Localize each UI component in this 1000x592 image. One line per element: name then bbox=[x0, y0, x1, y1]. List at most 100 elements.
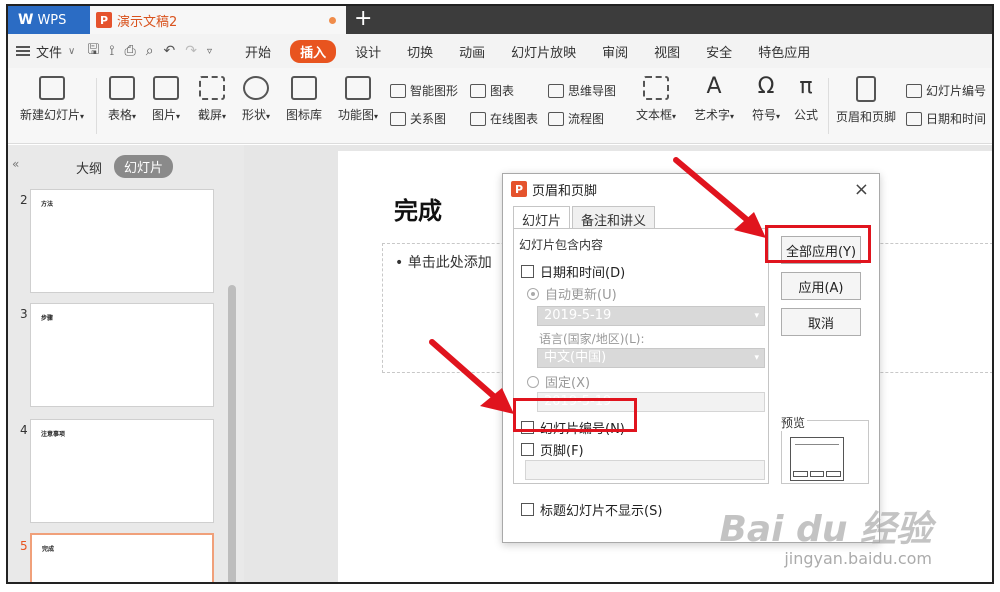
slide-number-button[interactable]: 幻灯片编号 bbox=[906, 82, 986, 99]
online-chart-icon bbox=[470, 111, 486, 126]
picture-label: 图片 bbox=[151, 108, 176, 122]
shape-label: 形状 bbox=[241, 108, 266, 122]
auto-date-select[interactable]: 2019-5-19 ▾ bbox=[537, 306, 765, 326]
tab-document-label: 演示文稿2 bbox=[117, 14, 178, 30]
auto-update-radio[interactable]: 自动更新(U) bbox=[527, 284, 617, 303]
icon-library-button[interactable]: 图标库 bbox=[282, 76, 326, 123]
redo-icon[interactable]: ↷ bbox=[185, 43, 197, 59]
auto-update-label: 自动更新(U) bbox=[545, 288, 617, 303]
undo-icon[interactable]: ↶ bbox=[164, 43, 176, 59]
pi-icon: π bbox=[799, 74, 813, 99]
preview-footer-areas bbox=[793, 471, 842, 477]
customize-icon[interactable]: ▿ bbox=[207, 46, 212, 57]
dialog-tabs: 幻灯片 备注和讲义 bbox=[513, 206, 657, 229]
tab-review[interactable]: 审阅 bbox=[589, 42, 641, 61]
fixed-date-radio[interactable]: 固定(X) bbox=[527, 372, 590, 391]
online-chart-label: 在线图表 bbox=[490, 112, 539, 126]
shape-icon bbox=[243, 76, 269, 100]
new-slide-button[interactable]: 新建幻灯片▾ bbox=[14, 76, 90, 123]
mindmap-button[interactable]: 思维导图 bbox=[548, 82, 616, 99]
textbox-button[interactable]: 文本框▾ bbox=[630, 76, 682, 123]
checkbox-box bbox=[521, 443, 534, 456]
omega-icon: Ω bbox=[757, 74, 775, 99]
apply-button[interactable]: 应用(A) bbox=[781, 272, 861, 300]
tab-notes-handouts[interactable]: 备注和讲义 bbox=[572, 206, 656, 229]
textbox-icon bbox=[643, 76, 669, 100]
date-time-button[interactable]: 日期和时间 bbox=[906, 110, 986, 127]
tab-features[interactable]: 特色应用 bbox=[745, 42, 823, 61]
tab-design[interactable]: 设计 bbox=[342, 42, 394, 61]
new-tab-button[interactable]: + bbox=[354, 6, 372, 34]
date-time-label: 日期和时间 bbox=[926, 112, 987, 126]
file-menu-label: 文件 bbox=[36, 45, 63, 61]
watermark-url: jingyan.baidu.com bbox=[784, 549, 932, 568]
tab-document[interactable]: P 演示文稿2 bbox=[90, 6, 346, 34]
checkbox-box bbox=[521, 503, 534, 516]
online-chart-button[interactable]: 在线图表 bbox=[470, 110, 538, 127]
slide-thumbnail-current[interactable]: 完成 bbox=[30, 533, 214, 582]
panel-scrollbar[interactable] bbox=[228, 285, 236, 582]
fixed-date-label: 固定(X) bbox=[545, 376, 591, 391]
tab-slideshow[interactable]: 幻灯片放映 bbox=[498, 42, 589, 61]
slide-title[interactable]: 完成 bbox=[394, 191, 442, 226]
wordart-button[interactable]: A 艺术字▾ bbox=[686, 76, 742, 123]
tab-transition[interactable]: 切换 bbox=[394, 42, 446, 61]
tab-outline[interactable]: 大纲 bbox=[76, 158, 102, 177]
chevron-down-icon: ∨ bbox=[68, 45, 76, 57]
save-icon[interactable]: 🖫 bbox=[87, 39, 99, 63]
table-button[interactable]: 表格▾ bbox=[102, 76, 142, 123]
smart-shape-button[interactable]: 智能图形 bbox=[390, 82, 458, 99]
chart-button[interactable]: 图表 bbox=[470, 82, 514, 99]
language-select[interactable]: 中文(中国) ▾ bbox=[537, 348, 765, 368]
formula-label: 公式 bbox=[793, 108, 818, 122]
tab-insert[interactable]: 插入 bbox=[290, 39, 337, 63]
slide-thumbnail[interactable]: 方法 bbox=[30, 189, 214, 293]
footer-input[interactable] bbox=[525, 460, 765, 480]
tab-security[interactable]: 安全 bbox=[693, 42, 745, 61]
hide-on-title-checkbox[interactable]: 标题幻灯片不显示(S) bbox=[521, 500, 662, 519]
function-chart-label: 功能图 bbox=[337, 108, 374, 122]
tab-home[interactable]: 开始 bbox=[232, 42, 284, 61]
tab-slide[interactable]: 幻灯片 bbox=[513, 206, 571, 229]
quick-access-toolbar: 🖫 ⟟ ⎙ ⌕ ↶ ↷ ▿ bbox=[87, 39, 212, 63]
tab-wps-home[interactable]: W WPS bbox=[8, 6, 90, 34]
tab-slides[interactable]: 幻灯片 bbox=[114, 155, 174, 178]
header-footer-icon bbox=[856, 76, 876, 102]
menu-bar: 文件 ∨ 🖫 ⟟ ⎙ ⌕ ↶ ↷ ▿ 开始 插入 设计 切换 动画 幻灯片放映 … bbox=[8, 34, 992, 68]
tab-animation[interactable]: 动画 bbox=[446, 42, 498, 61]
file-menu[interactable]: 文件 ∨ bbox=[8, 42, 75, 61]
relation-chart-button[interactable]: 关系图 bbox=[390, 110, 446, 127]
date-time-icon bbox=[906, 111, 922, 126]
flowchart-button[interactable]: 流程图 bbox=[548, 110, 604, 127]
header-footer-button[interactable]: 页眉和页脚 bbox=[832, 76, 900, 125]
function-chart-icon bbox=[345, 76, 371, 100]
format-painter-icon[interactable]: ⟟ bbox=[109, 43, 114, 59]
collapse-panel-icon[interactable]: « bbox=[12, 157, 19, 171]
chart-label: 图表 bbox=[490, 84, 515, 98]
function-chart-button[interactable]: 功能图▾ bbox=[332, 76, 384, 123]
slide-number-label: 幻灯片编号 bbox=[926, 84, 987, 98]
dialog-title: 页眉和页脚 bbox=[532, 183, 598, 199]
print-icon[interactable]: ⎙ bbox=[125, 43, 136, 59]
tab-view[interactable]: 视图 bbox=[641, 42, 693, 61]
cancel-button[interactable]: 取消 bbox=[781, 308, 861, 336]
textbox-label: 文本框 bbox=[635, 108, 672, 122]
relation-chart-icon bbox=[390, 111, 406, 126]
slide-thumbnail[interactable]: 注意事项 bbox=[30, 419, 214, 523]
picture-button[interactable]: 图片▾ bbox=[146, 76, 186, 123]
print-preview-icon[interactable]: ⌕ bbox=[146, 43, 154, 59]
screenshot-button[interactable]: 截屏▾ bbox=[192, 76, 232, 123]
close-icon[interactable]: × bbox=[854, 179, 869, 200]
thumbnail-title: 完成 bbox=[42, 546, 55, 553]
footer-checkbox[interactable]: 页脚(F) bbox=[521, 440, 584, 459]
presentation-icon: P bbox=[511, 181, 527, 197]
panel-tabs: « 大纲 幻灯片 bbox=[8, 155, 244, 178]
symbol-button[interactable]: Ω 符号▾ bbox=[746, 76, 786, 123]
shape-button[interactable]: 形状▾ bbox=[236, 76, 276, 123]
wps-logo-icon: W bbox=[18, 12, 34, 28]
formula-button[interactable]: π 公式 bbox=[788, 76, 824, 123]
slide-thumbnail[interactable]: 步骤 bbox=[30, 303, 214, 407]
ribbon-divider bbox=[96, 78, 97, 134]
date-time-checkbox[interactable]: 日期和时间(D) bbox=[521, 262, 625, 281]
chevron-down-icon: ▾ bbox=[754, 353, 759, 363]
